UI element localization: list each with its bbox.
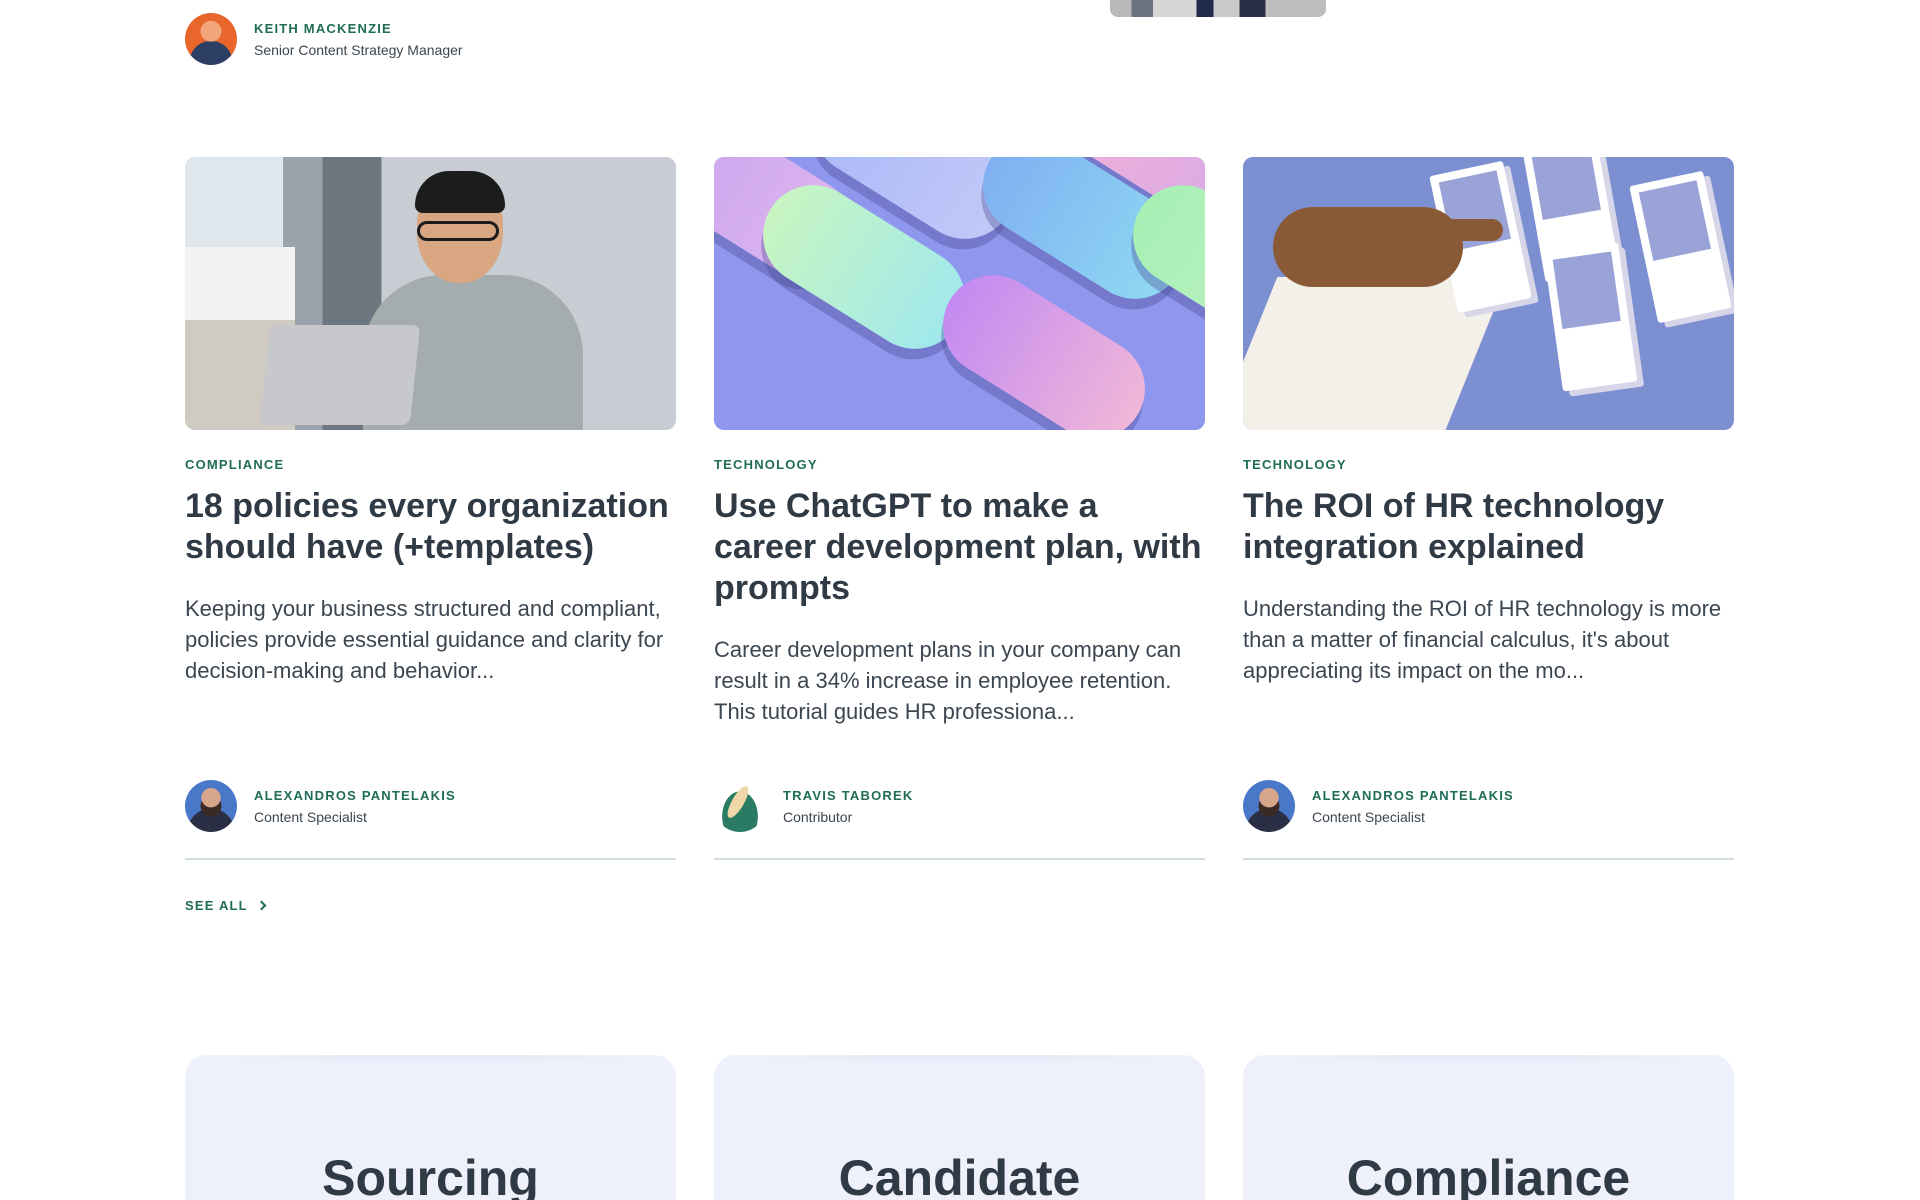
article-excerpt: Career development plans in your company… (714, 637, 1182, 724)
topic-title: Compliance (1346, 1150, 1631, 1200)
topic-card[interactable]: Sourcing (185, 1055, 676, 1200)
divider (714, 858, 1205, 860)
see-all-link[interactable]: SEE ALL (185, 898, 267, 913)
article-author: ALEXANDROS PANTELAKIS Content Specialist (185, 780, 456, 832)
category-tag[interactable]: COMPLIANCE (185, 457, 676, 472)
author-role: Content Specialist (254, 808, 367, 825)
author-role: Contributor (783, 808, 853, 825)
article-card-grid: COMPLIANCE 18 policies every organizatio… (185, 157, 1735, 860)
article-image[interactable] (714, 157, 1205, 430)
article-title[interactable]: 18 policies every organization should ha… (185, 486, 676, 568)
avatar (185, 780, 237, 832)
author-name[interactable]: TRAVIS TABOREK (783, 788, 913, 803)
author-name[interactable]: KEITH MACKENZIE (254, 21, 463, 36)
article-card[interactable]: COMPLIANCE 18 policies every organizatio… (185, 157, 676, 860)
category-tag[interactable]: TECHNOLOGY (1243, 457, 1734, 472)
topic-card[interactable]: Compliance (1243, 1055, 1734, 1200)
article-author: TRAVIS TABOREK Contributor (714, 780, 913, 832)
divider (185, 858, 676, 860)
avatar (185, 13, 237, 65)
author-name[interactable]: ALEXANDROS PANTELAKIS (254, 788, 456, 803)
author-role: Senior Content Strategy Manager (254, 41, 463, 58)
topic-card[interactable]: Candidate (714, 1055, 1205, 1200)
article-author: ALEXANDROS PANTELAKIS Content Specialist (1243, 780, 1514, 832)
article-image-partial[interactable] (1110, 0, 1326, 17)
author-name[interactable]: ALEXANDROS PANTELAKIS (1312, 788, 1514, 803)
topic-card-grid: Sourcing Candidate Compliance (185, 1055, 1734, 1200)
top-author: KEITH MACKENZIE Senior Content Strategy … (185, 13, 463, 65)
article-title[interactable]: Use ChatGPT to make a career development… (714, 486, 1205, 609)
article-image[interactable] (185, 157, 676, 430)
article-excerpt: Understanding the ROI of HR technology i… (1243, 596, 1722, 683)
article-card[interactable]: TECHNOLOGY Use ChatGPT to make a career … (714, 157, 1205, 860)
topic-title: Sourcing (322, 1150, 539, 1200)
divider (1243, 858, 1734, 860)
article-card[interactable]: TECHNOLOGY The ROI of HR technology inte… (1243, 157, 1734, 860)
article-excerpt: Keeping your business structured and com… (185, 596, 664, 683)
avatar (1243, 780, 1295, 832)
article-image[interactable] (1243, 157, 1734, 430)
see-all-label: SEE ALL (185, 898, 248, 913)
category-tag[interactable]: TECHNOLOGY (714, 457, 1205, 472)
author-role: Content Specialist (1312, 808, 1425, 825)
article-title[interactable]: The ROI of HR technology integration exp… (1243, 486, 1734, 568)
chevron-right-icon (256, 900, 267, 911)
topic-title: Candidate (838, 1150, 1081, 1200)
avatar (714, 780, 766, 832)
